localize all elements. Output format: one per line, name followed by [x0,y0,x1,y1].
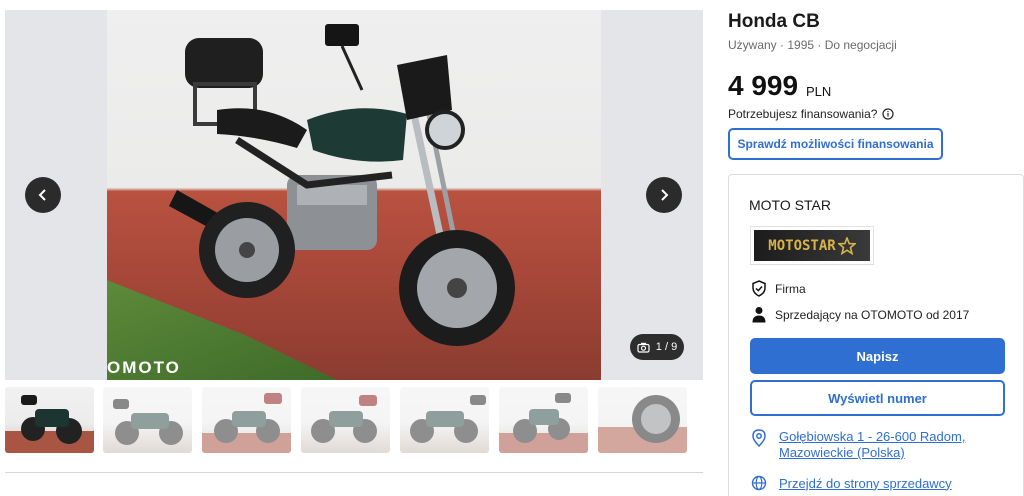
seller-type: Firma [775,281,806,296]
thumbnail[interactable] [202,387,291,453]
thumbnail-image [311,395,377,443]
price-currency: PLN [806,84,832,99]
chevron-right-icon [661,189,669,201]
location-pin-icon [752,429,766,447]
previous-photo-button[interactable] [25,177,61,213]
motorcycle-illustration [169,24,515,346]
seller-logo-text: MOTOSTAR [768,237,836,254]
seller-since-row: Sprzedający na OTOMOTO od 2017 [751,306,969,323]
thumbnail-image [410,395,486,443]
camera-icon [637,342,650,353]
thumbnail[interactable] [301,387,390,453]
seller-since: Sprzedający na OTOMOTO od 2017 [775,307,970,322]
photo-watermark: OMOTO [107,358,181,377]
seller-name: MOTO STAR [749,197,831,213]
chevron-left-icon [38,189,46,201]
next-photo-button[interactable] [646,177,682,213]
seller-website-row: Przejdź do strony sprzedawcy [751,475,952,491]
info-icon[interactable] [882,108,895,120]
seller-card: MOTO STAR MOTOSTAR Firma Sprzedający na … [728,174,1024,496]
thumbnail-image [499,393,588,453]
check-financing-button[interactable]: Sprawdź możliwości finansowania [728,128,943,160]
section-divider [5,472,703,473]
thumbnail[interactable] [598,387,687,453]
thumbnail-image [598,395,687,453]
financing-question: Potrzebujesz finansowania? [728,107,895,121]
listing-meta: Używany · 1995 · Do negocjacji [728,38,897,52]
listing-page: OMOTO 1 / 9 Honda CB Używany · 1995 · Do… [0,0,1024,496]
write-message-button[interactable]: Napisz [750,338,1005,374]
seller-address-row: Gołębiowska 1 - 26-600 Radom, Mazowiecki… [751,429,999,461]
photo-counter: 1 / 9 [630,334,684,360]
photo-counter-text: 1 / 9 [655,341,678,353]
star-icon [837,236,856,255]
globe-icon [751,475,767,491]
photo-gallery: OMOTO 1 / 9 [5,10,703,380]
seller-website-link[interactable]: Przejdź do strony sprzedawcy [779,476,952,491]
seller-type-row: Firma [751,280,806,297]
seller-logo-image: MOTOSTAR [754,230,870,261]
thumbnail-image [202,393,291,453]
thumbnail[interactable] [5,387,94,453]
thumbnail[interactable] [499,387,588,453]
seller-logo[interactable]: MOTOSTAR [750,226,874,265]
listing-title: Honda CB [728,11,820,32]
thumbnail[interactable] [103,387,192,453]
shield-check-icon [752,280,766,297]
thumbnail-image [5,395,94,453]
thumbnail[interactable] [400,387,489,453]
thumbnail-strip [5,387,703,453]
main-photo[interactable]: OMOTO [107,10,601,380]
show-number-button[interactable]: Wyświetl numer [750,380,1005,416]
listing-price: 4 999 [728,70,799,101]
seller-address-link[interactable]: Gołębiowska 1 - 26-600 Radom, Mazowiecki… [779,429,999,461]
thumbnail-image [113,399,183,445]
financing-question-text: Potrzebujesz finansowania? [728,107,878,121]
user-icon [752,307,766,323]
